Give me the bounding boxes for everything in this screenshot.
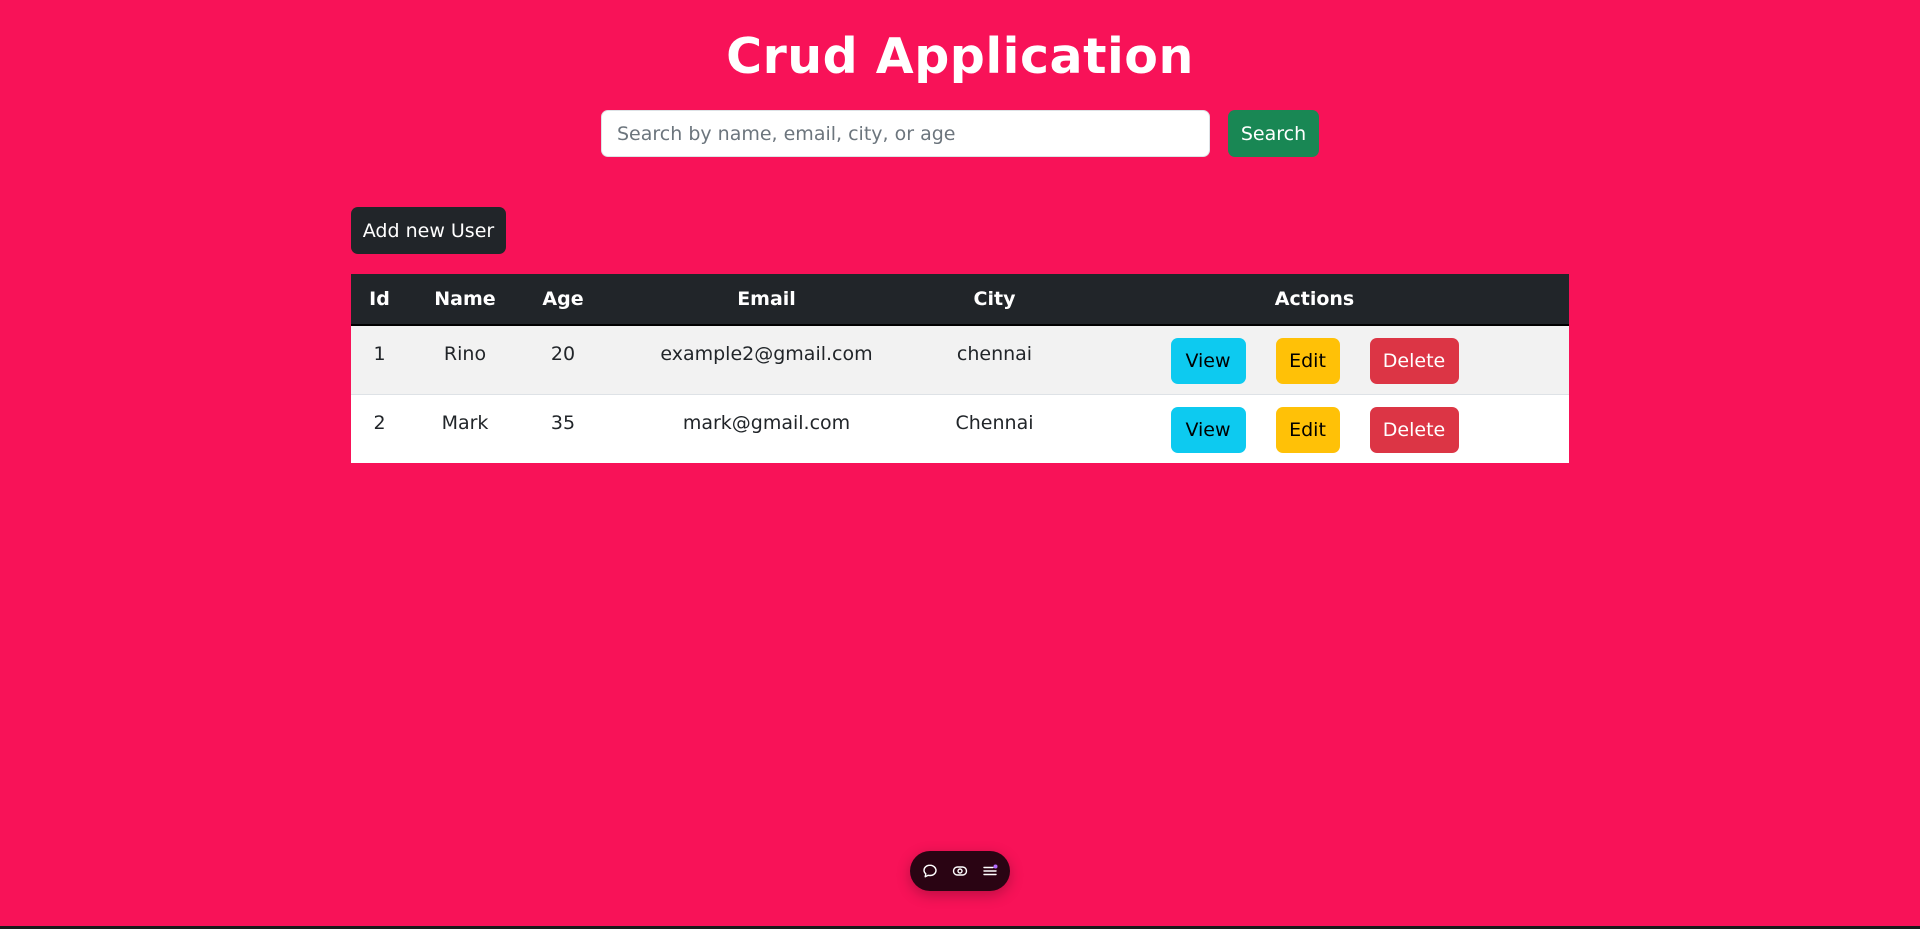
cell-id: 2 [351,394,408,463]
page-title: Crud Application [726,28,1194,85]
cell-actions: View Edit Delete [1060,325,1569,395]
cell-id: 1 [351,325,408,395]
table-row: 1 Rino 20 example2@gmail.com chennai Vie… [351,325,1569,395]
cell-name: Rino [408,325,522,395]
row-actions: View Edit Delete [1060,326,1569,384]
cell-email: mark@gmail.com [604,394,929,463]
view-button[interactable]: View [1170,407,1246,453]
row-actions: View Edit Delete [1060,395,1569,453]
column-header-actions: Actions [1060,274,1569,326]
table-row: 2 Mark 35 mark@gmail.com Chennai View Ed… [351,394,1569,463]
cell-name: Mark [408,394,522,463]
table-header-row: Id Name Age Email City Actions [351,274,1569,326]
edit-button[interactable]: Edit [1275,407,1340,453]
search-button[interactable]: Search [1228,110,1319,157]
users-table: Id Name Age Email City Actions 1 Rino 20… [351,274,1569,463]
floating-toolbar [910,851,1010,891]
menu-list-icon[interactable] [981,862,999,880]
add-user-button[interactable]: Add new User [351,207,506,254]
column-header-age: Age [522,274,604,326]
view-button[interactable]: View [1170,338,1246,384]
column-header-email: Email [604,274,929,326]
eye-icon[interactable] [951,862,969,880]
cell-age: 20 [522,325,604,395]
column-header-name: Name [408,274,522,326]
delete-button[interactable]: Delete [1369,338,1459,384]
search-input[interactable] [601,110,1210,157]
delete-button[interactable]: Delete [1369,407,1459,453]
edit-button[interactable]: Edit [1275,338,1340,384]
column-header-id: Id [351,274,408,326]
cell-email: example2@gmail.com [604,325,929,395]
chat-bubble-icon[interactable] [921,862,939,880]
cell-actions: View Edit Delete [1060,394,1569,463]
cell-age: 35 [522,394,604,463]
column-header-city: City [929,274,1060,326]
cell-city: Chennai [929,394,1060,463]
cell-city: chennai [929,325,1060,395]
